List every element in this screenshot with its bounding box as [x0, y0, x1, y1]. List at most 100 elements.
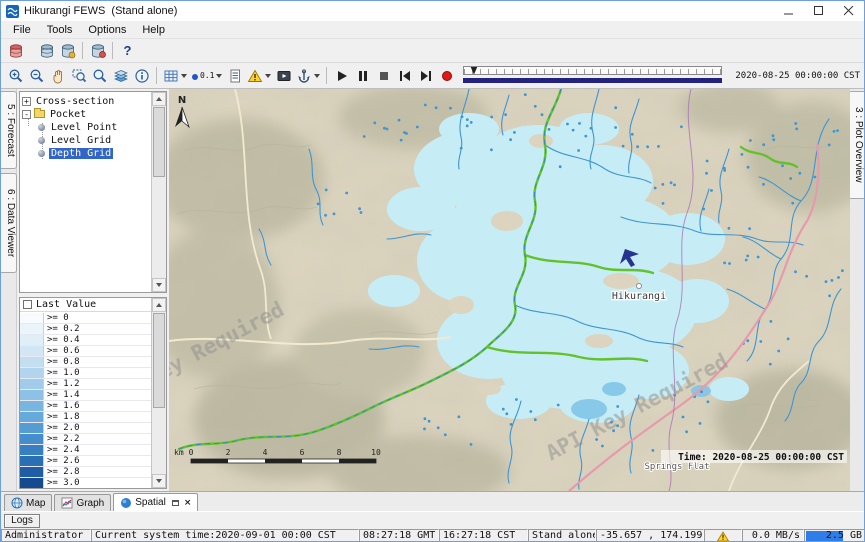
tab-data-viewer[interactable]: 6 : Data Viewer	[1, 173, 17, 273]
title-bar[interactable]: Hikurangi FEWS (Stand alone)	[1, 1, 864, 21]
status-gmt-time: 08:27:18 GMT	[359, 529, 439, 542]
stop-button[interactable]	[373, 65, 394, 86]
contour-value-button[interactable]: 0.1	[189, 65, 224, 86]
status-network: 0.0 MB/s	[742, 529, 804, 542]
status-warning[interactable]	[704, 529, 742, 542]
bottom-tab-bar: Map Graph Spatial ×	[1, 491, 864, 511]
status-user: Administrator	[1, 529, 91, 542]
tab-spatial[interactable]: Spatial ×	[113, 493, 198, 511]
node-icon	[38, 150, 45, 157]
help-icon[interactable]: ?	[117, 40, 138, 61]
expander-icon[interactable]: -	[22, 110, 31, 119]
layers-icon[interactable]	[110, 65, 131, 86]
tree-item-cross-section[interactable]: + Cross-section	[20, 95, 151, 107]
tree-item-level-grid[interactable]: Level Grid	[20, 134, 151, 146]
profile-document-icon[interactable]	[224, 65, 245, 86]
tab-plot-overview[interactable]: 3 : Plot Overview	[848, 91, 864, 199]
scroll-up-icon[interactable]	[152, 92, 166, 106]
close-tab-icon[interactable]: ×	[184, 498, 192, 508]
left-tab-strip: 5 : Forecast 6 : Data Viewer	[1, 89, 17, 491]
menu-file[interactable]: File	[5, 22, 39, 38]
svg-text:0: 0	[189, 448, 194, 457]
svg-text:6: 6	[300, 448, 305, 457]
zoom-out-icon[interactable]	[26, 65, 47, 86]
scrollbar-thumb[interactable]	[153, 313, 165, 408]
menu-bar: File Tools Options Help	[1, 21, 864, 39]
float-window-icon[interactable]	[172, 500, 179, 506]
edit-database-icon[interactable]	[87, 40, 108, 61]
legend-header[interactable]: Last Value	[20, 298, 166, 312]
grid-display-button[interactable]	[161, 65, 189, 86]
zoom-box-icon[interactable]	[68, 65, 89, 86]
color-swatch	[20, 401, 44, 411]
legend-entry: >= 0.2	[20, 324, 151, 335]
warning-threshold-button[interactable]	[245, 65, 273, 86]
legend-entry: >= 0.8	[20, 357, 151, 368]
color-swatch	[20, 335, 44, 345]
skip-to-end-button[interactable]	[415, 65, 436, 86]
logs-button[interactable]: Logs	[4, 514, 40, 528]
legend-entry: >= 1.8	[20, 412, 151, 423]
skip-to-start-button[interactable]	[394, 65, 415, 86]
spatial-icon	[120, 497, 132, 509]
pan-hand-icon[interactable]	[47, 65, 68, 86]
animation-export-icon[interactable]	[273, 65, 294, 86]
zoom-extent-icon[interactable]	[89, 65, 110, 86]
fews-window: Hikurangi FEWS (Stand alone) File Tools …	[0, 0, 865, 542]
import-database-icon[interactable]	[36, 40, 57, 61]
scroll-down-icon[interactable]	[152, 278, 166, 292]
legend-entry: >= 1.6	[20, 401, 151, 412]
map-canvas[interactable]: Hikurangi Springs Flat API Key Required …	[169, 89, 850, 491]
scrollbar-thumb[interactable]	[153, 107, 165, 177]
menu-tools[interactable]: Tools	[39, 22, 81, 38]
legend-entry: >= 1.4	[20, 390, 151, 401]
time-slider-handle[interactable]	[470, 67, 477, 75]
tab-graph[interactable]: Graph	[54, 494, 111, 511]
close-button[interactable]	[834, 1, 864, 21]
expander-icon[interactable]: +	[22, 97, 31, 106]
scroll-down-icon[interactable]	[152, 474, 166, 488]
color-swatch	[20, 445, 44, 455]
color-swatch	[20, 412, 44, 422]
toolbar-datetime: 2020-08-25 00:00:00 CST	[730, 71, 864, 81]
dropdown-arrow-icon	[265, 74, 271, 78]
map-pane: Hikurangi Springs Flat API Key Required …	[169, 89, 850, 491]
anchor-icon	[296, 68, 312, 84]
legend-scrollbar[interactable]	[151, 298, 166, 488]
scale-unit-label: km	[174, 448, 184, 457]
play-button[interactable]	[331, 65, 352, 86]
app-logo-icon	[6, 5, 19, 18]
pause-button[interactable]	[352, 65, 373, 86]
menu-help[interactable]: Help	[134, 22, 173, 38]
legend-list: >= 0 >= 0.2 >= 0.4 >= 0.6 >= 0.8 >= 1.0 …	[20, 313, 151, 488]
record-button[interactable]	[436, 65, 457, 86]
last-value-checkbox[interactable]	[23, 300, 32, 309]
tree-item-pocket[interactable]: - Pocket	[20, 108, 151, 120]
chart-icon	[61, 497, 73, 509]
info-icon[interactable]	[131, 65, 152, 86]
maximize-button[interactable]	[804, 1, 834, 21]
zoom-in-icon[interactable]	[5, 65, 26, 86]
tab-map[interactable]: Map	[4, 494, 52, 511]
status-mode: Stand alone	[528, 529, 596, 542]
tree-item-level-point[interactable]: Level Point	[20, 121, 151, 133]
right-tab-strip: 3 : Plot Overview	[848, 89, 864, 491]
node-icon	[38, 124, 45, 131]
map-time-label: Time: 2020-08-25 00:00:00 CST	[678, 452, 844, 463]
tab-forecast[interactable]: 5 : Forecast	[1, 91, 17, 169]
legend-entry: >= 2.0	[20, 423, 151, 434]
menu-options[interactable]: Options	[80, 22, 134, 38]
export-database-icon[interactable]	[57, 40, 78, 61]
svg-text:4: 4	[263, 448, 268, 457]
database-icon[interactable]	[5, 40, 26, 61]
scroll-up-icon[interactable]	[152, 298, 166, 312]
main-toolbar: ?	[1, 39, 864, 63]
memory-label: 2.5 GB	[826, 530, 862, 542]
tree-item-depth-grid[interactable]: Depth Grid	[20, 147, 151, 159]
time-slider-track[interactable]	[463, 66, 722, 75]
dropdown-arrow-icon	[216, 74, 222, 78]
time-slider[interactable]	[463, 66, 722, 86]
anchor-tool-button[interactable]	[294, 65, 322, 86]
tree-scrollbar[interactable]	[151, 92, 166, 292]
minimize-button[interactable]	[774, 1, 804, 21]
